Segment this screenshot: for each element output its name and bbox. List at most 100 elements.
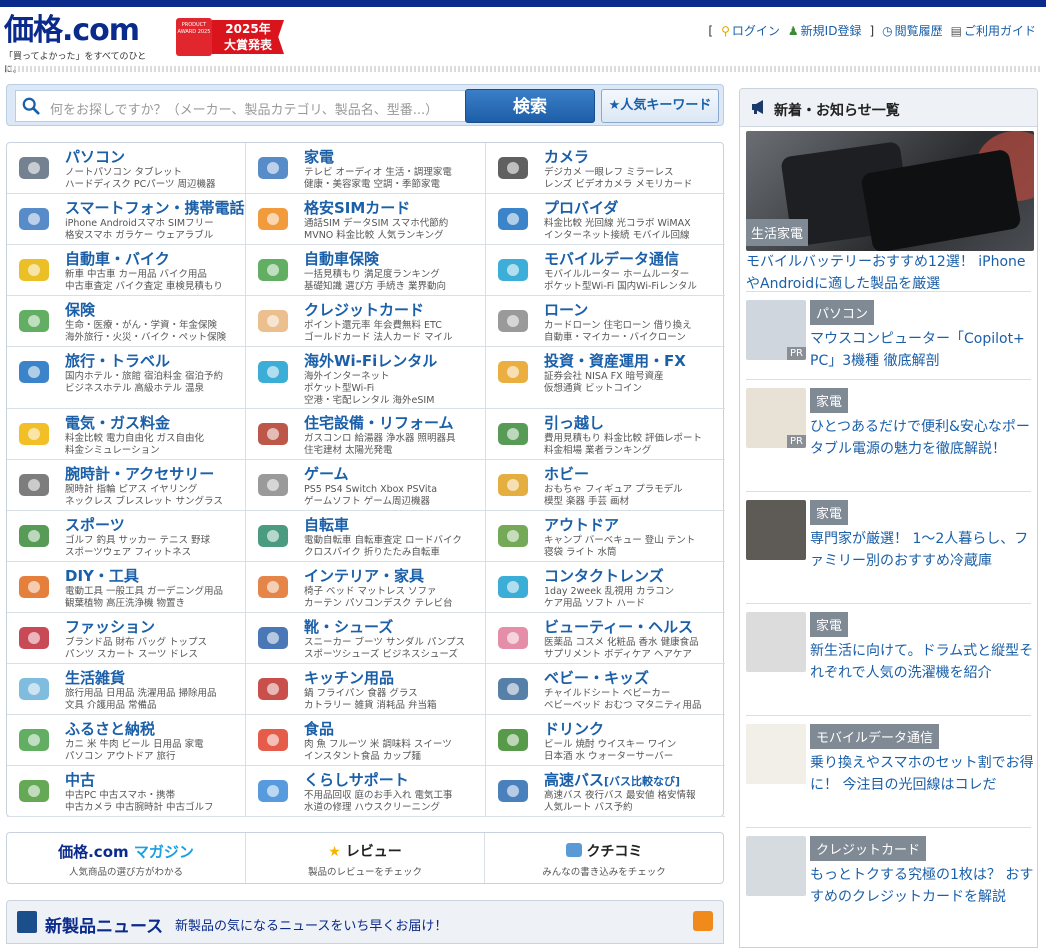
- kuchikomi-link[interactable]: クチコミ みんなの書き込みをチェック: [485, 833, 723, 883]
- category-title[interactable]: 住宅設備・リフォーム: [304, 412, 454, 433]
- category-sublink-line[interactable]: 椅子 ベッド マットレス ソファ: [304, 586, 453, 598]
- news-item[interactable]: クレジットカード もっとトクする究極の1枚は？ おすすめのクレジットカードを解説: [746, 827, 1033, 935]
- category-sublink-line[interactable]: インスタント食品 カップ麺: [304, 751, 452, 763]
- rss-icon[interactable]: [693, 911, 713, 931]
- category-title[interactable]: プロバイダ: [544, 197, 618, 218]
- category-sublink-line[interactable]: ビール 焼酎 ウイスキー ワイン: [544, 739, 676, 751]
- category-title[interactable]: ファッション: [65, 616, 155, 637]
- category-sublink-line[interactable]: モバイルルーター ホームルーター: [544, 269, 697, 281]
- category-sublink-line[interactable]: 1day 2week 乱視用 カラコン: [544, 586, 674, 598]
- category-sublink-line[interactable]: 医薬品 コスメ 化粧品 香水 健康食品: [544, 637, 699, 649]
- category-sublink-line[interactable]: 基礎知識 選び方 手続き 業界動向: [304, 281, 446, 293]
- category-sublink-line[interactable]: 住宅建材 太陽光発電: [304, 445, 456, 457]
- search-button[interactable]: 検索: [465, 89, 595, 123]
- feature-article[interactable]: 生活家電 モバイルバッテリーおすすめ12選！ iPhoneやAndroidに適し…: [746, 131, 1034, 292]
- category-laptop[interactable]: パソコン ノートパソコン タブレット ハードディスク PCパーツ 周辺機器: [7, 143, 246, 194]
- category-sublink-line[interactable]: 費用見積もり 料金比較 評価レポート: [544, 433, 702, 445]
- category-sublink-line[interactable]: 水道の修理 ハウスクリーニング: [304, 802, 453, 814]
- category-sublink-line[interactable]: 人気ルート バス予約: [544, 802, 696, 814]
- category-sublink-line[interactable]: 日本酒 水 ウォーターサーバー: [544, 751, 676, 763]
- category-sublink-line[interactable]: ポケット型Wi-Fi: [304, 383, 434, 395]
- category-sublink-line[interactable]: 生命・医療・がん・学資・年金保険: [65, 320, 226, 332]
- category-contact-lens[interactable]: コンタクトレンズ 1day 2week 乱視用 カラコン ケア用品 ソフト ハード: [486, 562, 725, 613]
- category-truck[interactable]: 引っ越し 費用見積もり 料金比較 評価レポート 料金相場 業者ランキング: [486, 409, 725, 460]
- category-sublink-line[interactable]: 通話SIM データSIM スマホ代節約: [304, 218, 448, 230]
- category-title[interactable]: カメラ: [544, 146, 589, 167]
- category-sublink-line[interactable]: 料金比較 電力自由化 ガス自由化: [65, 433, 204, 445]
- category-sublink-line[interactable]: クロスバイク 折りたたみ自転車: [304, 547, 462, 559]
- news-item[interactable]: PR 家電 ひとつあるだけで便利&安心なポータブル電源の魅力を徹底解説！: [746, 379, 1031, 491]
- category-tv[interactable]: 家電 テレビ オーディオ 生活・調理家電 健康・美容家電 空調・季節家電: [246, 143, 486, 194]
- category-sublink-line[interactable]: スニーカー ブーツ サンダル パンプス: [304, 637, 465, 649]
- category-title[interactable]: 靴・シューズ: [304, 616, 393, 637]
- category-title[interactable]: 生活雑貨: [65, 667, 125, 688]
- category-title[interactable]: クレジットカード: [304, 299, 424, 320]
- category-title[interactable]: コンタクトレンズ: [544, 565, 664, 586]
- category-sublink-line[interactable]: iPhone Androidスマホ SIMフリー: [65, 218, 214, 230]
- category-calculator[interactable]: ローン カードローン 住宅ローン 借り換え 自動車・マイカー・バイクローン: [486, 296, 725, 347]
- category-robot[interactable]: ホビー おもちゃ フィギュア プラモデル 模型 楽器 手芸 画材: [486, 460, 725, 511]
- category-title[interactable]: 海外Wi-Fiレンタル: [304, 350, 437, 371]
- category-title[interactable]: 家電: [304, 146, 334, 167]
- category-sublink-line[interactable]: 観葉植物 高圧洗浄機 物置き: [65, 598, 223, 610]
- category-clover-car[interactable]: 自動車保険 一括見積もり 満足度ランキング 基礎知識 選び方 手続き 業界動向: [246, 245, 486, 296]
- category-title[interactable]: ローン: [544, 299, 588, 320]
- category-title[interactable]: スポーツ: [65, 514, 125, 535]
- category-sublink-line[interactable]: 仮想通貨 ビットコイン: [544, 383, 664, 395]
- sidebar-header[interactable]: 新着・お知らせ一覧: [740, 89, 1037, 127]
- category-sublink-line[interactable]: ハードディスク PCパーツ 周辺機器: [65, 179, 216, 191]
- category-title[interactable]: ふるさと納税: [65, 718, 155, 739]
- category-sublink-line[interactable]: チャイルドシート ベビーカー: [544, 688, 701, 700]
- category-title[interactable]: 引っ越し: [544, 412, 604, 433]
- popular-keyword-button[interactable]: ★人気キーワード: [601, 89, 719, 123]
- category-title[interactable]: ベビー・キッズ: [544, 667, 649, 688]
- category-car[interactable]: 自動車・バイク 新車 中古車 カー用品 バイク用品 中古車査定 バイク査定 車検見積…: [7, 245, 246, 296]
- category-title[interactable]: スマートフォン・携帯電話: [65, 197, 245, 218]
- category-sublink-line[interactable]: 鍋 フライパン 食器 グラス: [304, 688, 437, 700]
- category-title[interactable]: 電気・ガス料金: [65, 412, 170, 433]
- category-title[interactable]: パソコン: [65, 146, 125, 167]
- category-crab[interactable]: 食品肉 魚 フルーツ 米 調味料 スイーツ インスタント食品 カップ麺: [246, 715, 486, 766]
- category-bulb-flame[interactable]: 電気・ガス料金 料金比較 電力自由化 ガス自由化 料金シミュレーション: [7, 409, 246, 460]
- category-title[interactable]: インテリア・家具: [304, 565, 424, 586]
- category-sublink-line[interactable]: ノートパソコン タブレット: [65, 167, 216, 179]
- category-title[interactable]: ビューティー・ヘルス: [544, 616, 693, 637]
- award-banner[interactable]: PRODUCT AWARD 2025 2025年 大賞発表: [176, 18, 284, 56]
- category-sublink-line[interactable]: 一括見積もり 満足度ランキング: [304, 269, 446, 281]
- category-sublink-line[interactable]: 中古車査定 バイク査定 車検見積もり: [65, 281, 223, 293]
- category-title[interactable]: 腕時計・アクセサリー: [65, 463, 214, 484]
- category-smartphone[interactable]: スマートフォン・携帯電話 iPhone Androidスマホ SIMフリー 格安スマ…: [7, 194, 246, 245]
- category-sublink-line[interactable]: 健康・美容家電 空調・季節家電: [304, 179, 452, 191]
- category-title[interactable]: キッチン用品: [304, 667, 394, 688]
- category-sublink-line[interactable]: 不用品回収 庭のお手入れ 電気工事: [304, 790, 453, 802]
- category-wifi-plane[interactable]: 海外Wi-Fiレンタル 海外インターネット ポケット型Wi-Fi 空港・宅配レンタル …: [246, 347, 486, 409]
- category-sublink-line[interactable]: おもちゃ フィギュア プラモデル: [544, 484, 683, 496]
- news-item[interactable]: PR パソコン マウスコンピューター「Copilot+ PC」3機種 徹底解剖: [746, 291, 1031, 379]
- site-logo[interactable]: 価格.com 「買ってよかった」をすべてのひとに。: [4, 14, 164, 76]
- news-item[interactable]: 家電 専門家が厳選！ 1～2人暮らし、ファミリー別のおすすめ冷蔵庫: [746, 491, 1031, 603]
- category-gamepad[interactable]: ゲーム PS5 PS4 Switch Xbox PSVita ゲームソフト ゲーム周…: [246, 460, 486, 511]
- register-link[interactable]: ♟ 新規ID登録: [788, 22, 862, 39]
- category-wifi[interactable]: モバイルデータ通信 モバイルルーター ホームルーター ポケット型Wi-Fi 国内Wi…: [486, 245, 725, 296]
- category-sublink-line[interactable]: MVNO 料金比較 人気ランキング: [304, 230, 448, 242]
- category-bottle[interactable]: ドリンク ビール 焼酎 ウイスキー ワイン 日本酒 水 ウォーターサーバー: [486, 715, 725, 766]
- category-sublink-line[interactable]: 中古カメラ 中古腕時計 中古ゴルフ: [65, 802, 214, 814]
- category-sublink-line[interactable]: 格安スマホ ガラケー ウェアラブル: [65, 230, 214, 242]
- category-sublink-line[interactable]: 旅行用品 日用品 洗濯用品 掃除用品: [65, 688, 217, 700]
- category-sublink-line[interactable]: インターネット接続 モバイル回線: [544, 230, 691, 242]
- category-title[interactable]: 自動車・バイク: [65, 248, 170, 269]
- new-products-news[interactable]: 新製品ニュース 新製品の気になるニュースをいち早くお届け！: [6, 900, 724, 944]
- category-credit-card[interactable]: クレジットカード ポイント還元率 年会費無料 ETC ゴールドカード 法人カード マ…: [246, 296, 486, 347]
- category-shoe[interactable]: 靴・シューズ スニーカー ブーツ サンダル パンプス スポーツシューズ ビジネスシュ…: [246, 613, 486, 664]
- category-sublink-line[interactable]: 模型 楽器 手芸 画材: [544, 496, 683, 508]
- category-sublink-line[interactable]: カトラリー 雑貨 消耗品 弁当箱: [304, 700, 437, 712]
- category-title[interactable]: ドリンク: [544, 718, 604, 739]
- category-tent[interactable]: アウトドア キャンプ バーベキュー 登山 テント 寝袋 ライト 水筒: [486, 511, 725, 562]
- category-sublink-line[interactable]: カーテン パソコンデスク テレビ台: [304, 598, 453, 610]
- category-title[interactable]: アウトドア: [544, 514, 619, 535]
- category-pot[interactable]: キッチン用品鍋 フライパン 食器 グラス カトラリー 雑貨 消耗品 弁当箱: [246, 664, 486, 715]
- category-sublink-line[interactable]: 国内ホテル・旅館 宿泊料金 宿泊予約: [65, 371, 223, 383]
- category-watch[interactable]: 腕時計・アクセサリー 腕時計 指輪 ピアス イヤリング ネックレス ブレスレット サ…: [7, 460, 246, 511]
- category-bicycle[interactable]: 自転車 電動自転車 自転車査定 ロードバイク クロスバイク 折りたたみ自転車: [246, 511, 486, 562]
- category-sublink-line[interactable]: スポーツウェア フィットネス: [65, 547, 210, 559]
